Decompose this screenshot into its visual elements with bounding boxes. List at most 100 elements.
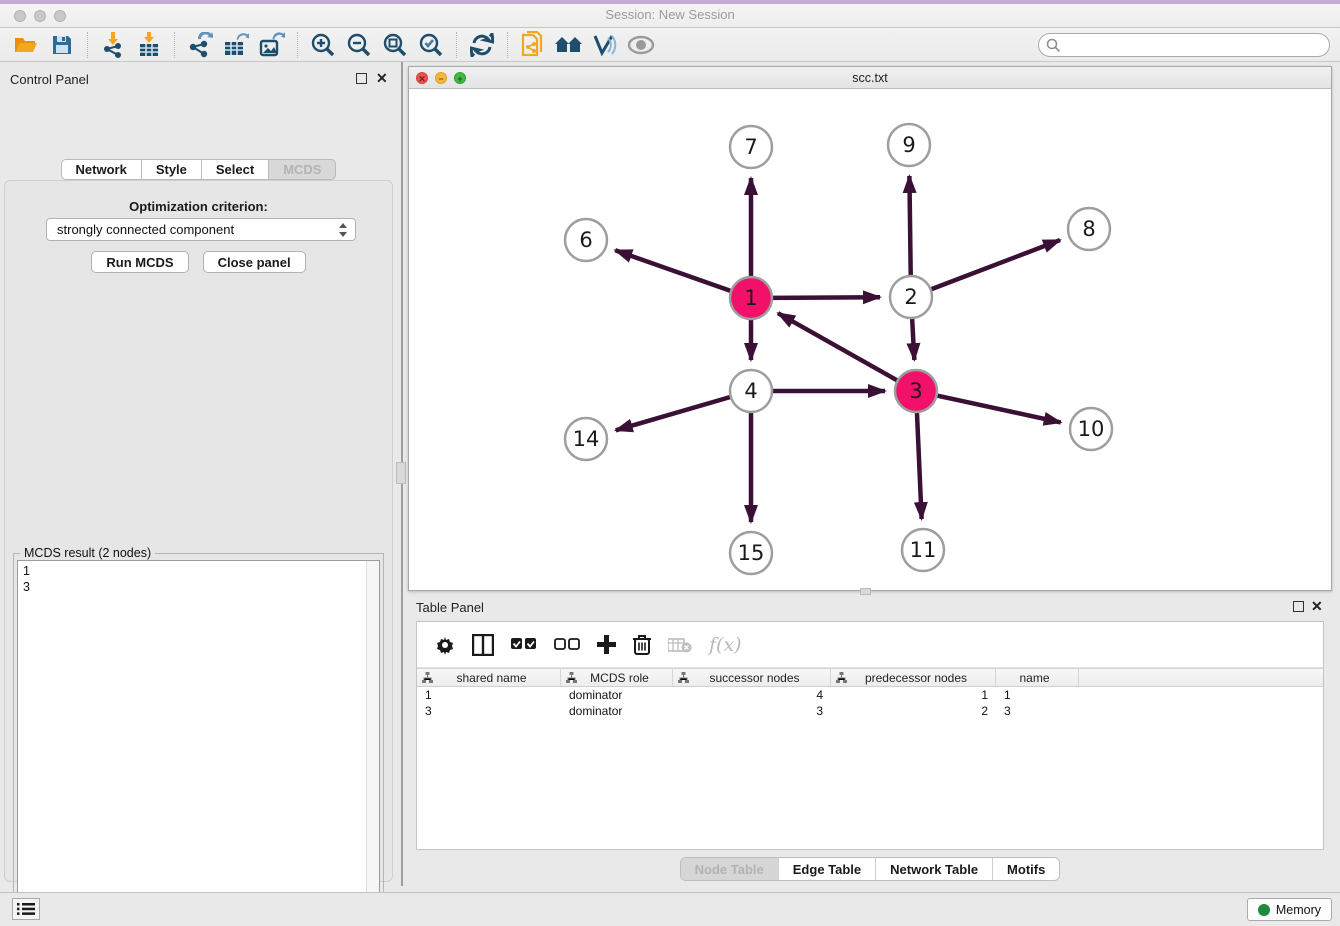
edge-1-6[interactable] — [615, 250, 730, 290]
edge-4-14[interactable] — [616, 397, 730, 430]
import-table-icon — [137, 32, 161, 58]
tab-network-table[interactable]: Network Table — [875, 858, 992, 880]
close-table-panel-icon[interactable]: ✕ — [1311, 601, 1322, 612]
cell-successor-nodes[interactable]: 3 — [673, 703, 831, 719]
export-table-button[interactable] — [221, 31, 251, 59]
window-title: Session: New Session — [0, 7, 1340, 22]
cell-predecessor-nodes[interactable]: 1 — [831, 687, 996, 703]
table-tabs: Node Table Edge Table Network Table Moti… — [680, 857, 1061, 881]
column-header-predecessor-nodes[interactable]: predecessor nodes — [831, 669, 996, 686]
edge-3-1[interactable] — [778, 313, 897, 380]
tab-motifs[interactable]: Motifs — [992, 858, 1059, 880]
function-builder-button-disabled: f(x) — [709, 634, 742, 656]
deselect-all-button[interactable] — [554, 638, 580, 651]
optimization-criterion-select[interactable]: strongly connected component — [46, 218, 356, 241]
refresh-button[interactable] — [467, 31, 497, 59]
zoom-fit-icon — [382, 32, 408, 58]
cell-mcds-role[interactable]: dominator — [561, 703, 673, 719]
table-row[interactable]: 3 dominator 3 2 3 — [417, 703, 1323, 719]
graph-node-label: 9 — [902, 133, 915, 157]
tab-node-table[interactable]: Node Table — [681, 858, 778, 880]
export-image-button[interactable] — [257, 31, 287, 59]
run-mcds-button[interactable]: Run MCDS — [91, 251, 188, 273]
cell-shared-name[interactable]: 1 — [417, 687, 561, 703]
close-panel-icon[interactable]: ✕ — [376, 73, 387, 84]
add-column-button[interactable] — [597, 635, 616, 654]
mcds-result-title: MCDS result (2 nodes) — [20, 546, 155, 560]
mcds-result-text[interactable]: 1 3 — [17, 560, 380, 926]
table-panel-title: Table Panel — [416, 600, 484, 615]
select-all-button[interactable] — [511, 638, 537, 651]
selected-option: strongly connected component — [57, 222, 234, 237]
edge-2-3[interactable] — [912, 319, 914, 360]
tab-network[interactable]: Network — [61, 159, 142, 180]
result-line: 3 — [23, 579, 374, 595]
table-settings-button[interactable] — [435, 635, 455, 655]
vertical-splitter-grip[interactable] — [396, 462, 406, 484]
graph-node-label: 11 — [910, 538, 937, 562]
export-network-icon — [187, 32, 213, 58]
cell-shared-name[interactable]: 3 — [417, 703, 561, 719]
zoom-fit-button[interactable] — [380, 31, 410, 59]
mcds-result-box: MCDS result (2 nodes) 1 3 — [13, 553, 384, 926]
table-row[interactable]: 1 dominator 4 1 1 — [417, 687, 1323, 703]
float-table-panel-icon[interactable] — [1293, 601, 1304, 612]
zoom-selected-button[interactable] — [416, 31, 446, 59]
open-session-button[interactable] — [11, 31, 41, 59]
show-columns-button[interactable] — [472, 634, 494, 656]
cell-name[interactable]: 3 — [996, 703, 1079, 719]
zoom-in-button[interactable] — [308, 31, 338, 59]
search-box[interactable] — [1038, 33, 1330, 57]
graph-node-label: 10 — [1078, 417, 1105, 441]
chevron-updown-icon — [338, 222, 348, 238]
close-panel-button[interactable]: Close panel — [203, 251, 306, 273]
delete-column-button[interactable] — [633, 634, 651, 655]
graph-node-label: 1 — [744, 286, 757, 310]
memory-button[interactable]: Memory — [1247, 898, 1332, 921]
float-panel-icon[interactable] — [356, 73, 367, 84]
home-icon — [554, 34, 584, 56]
home-button[interactable] — [554, 31, 584, 59]
column-header-mcds-role[interactable]: MCDS role — [561, 669, 673, 686]
network-canvas[interactable]: 1234678910111415 — [409, 89, 1331, 590]
task-history-button[interactable] — [12, 898, 40, 920]
cyndex-icon — [592, 33, 618, 57]
horizontal-splitter-grip[interactable] — [860, 588, 871, 595]
zoom-out-button[interactable] — [344, 31, 374, 59]
graph-node-label: 6 — [579, 228, 592, 252]
edge-3-10[interactable] — [937, 396, 1060, 423]
cell-predecessor-nodes[interactable]: 2 — [831, 703, 996, 719]
save-session-button[interactable] — [47, 31, 77, 59]
import-table-button[interactable] — [134, 31, 164, 59]
cyndex-button[interactable] — [590, 31, 620, 59]
toolbar-separator — [456, 32, 457, 58]
import-network-button[interactable] — [98, 31, 128, 59]
tab-select[interactable]: Select — [202, 159, 269, 180]
result-line: 1 — [23, 563, 374, 579]
application-window: Session: New Session — [0, 0, 1340, 926]
graph-node-label: 8 — [1082, 217, 1095, 241]
cell-mcds-role[interactable]: dominator — [561, 687, 673, 703]
column-type-icon — [566, 672, 577, 683]
export-network-button[interactable] — [185, 31, 215, 59]
cell-successor-nodes[interactable]: 4 — [673, 687, 831, 703]
edge-3-11[interactable] — [917, 413, 922, 519]
network-window-titlebar[interactable]: ✕ − + scc.txt — [409, 67, 1331, 89]
column-header-successor-nodes[interactable]: successor nodes — [673, 669, 831, 686]
edge-2-9[interactable] — [909, 176, 910, 275]
tab-edge-table[interactable]: Edge Table — [778, 858, 875, 880]
scrollbar-track[interactable] — [366, 561, 379, 926]
tab-style[interactable]: Style — [142, 159, 202, 180]
edge-2-8[interactable] — [932, 240, 1060, 289]
cell-name[interactable]: 1 — [996, 687, 1079, 703]
toolbar-separator — [87, 32, 88, 58]
level-button[interactable] — [626, 31, 656, 59]
clone-network-button[interactable] — [518, 31, 548, 59]
column-header-name[interactable]: name — [996, 669, 1079, 686]
refresh-icon — [470, 33, 494, 57]
column-header-shared-name[interactable]: shared name — [417, 669, 561, 686]
tab-mcds[interactable]: MCDS — [269, 159, 336, 180]
search-icon — [1046, 38, 1061, 53]
edge-1-2[interactable] — [773, 297, 880, 298]
search-input[interactable] — [1061, 35, 1329, 55]
